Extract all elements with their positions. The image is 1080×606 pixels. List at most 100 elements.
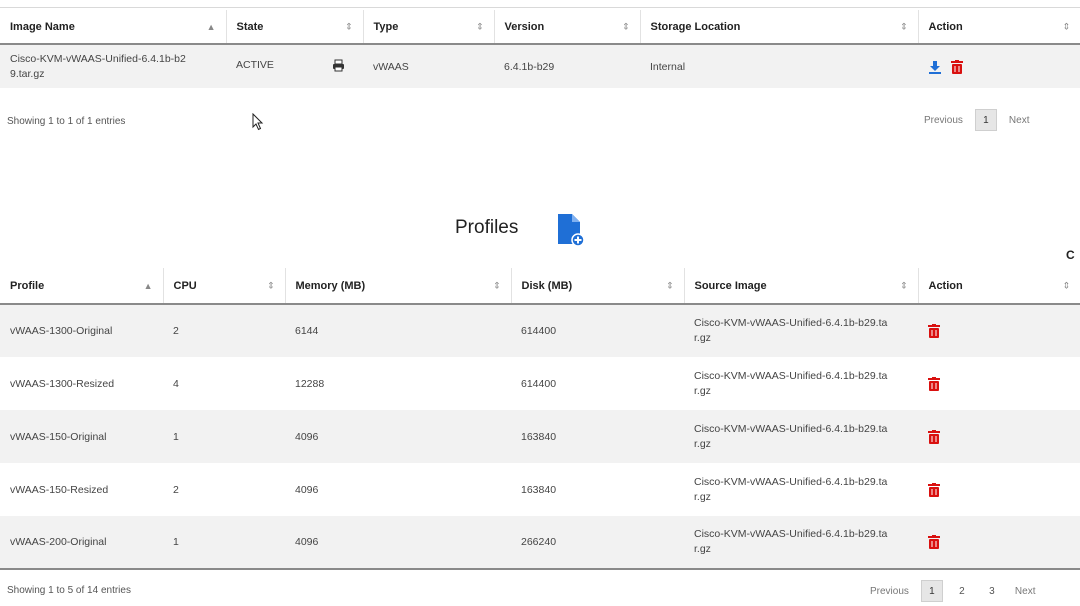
source-image-cell: Cisco-KVM-vWAAS-Unified-6.4.1b-b29.ta r.g… xyxy=(684,516,918,570)
image-name-line: 9.tar.gz xyxy=(10,67,45,80)
images-table-info: Showing 1 to 1 of 1 entries xyxy=(7,116,126,127)
download-icon[interactable] xyxy=(928,60,942,74)
cpu-cell: 2 xyxy=(163,304,285,357)
source-image-line: Cisco-KVM-vWAAS-Unified-6.4.1b-b29.ta xyxy=(694,528,888,540)
source-image-cell: Cisco-KVM-vWAAS-Unified-6.4.1b-b29.ta r.g… xyxy=(684,304,918,357)
storage-location-cell: Internal xyxy=(640,44,918,88)
disk-cell: 614400 xyxy=(511,357,684,410)
sort-asc-icon: ▲ xyxy=(143,280,153,291)
profile-cell: vWAAS-200-Original xyxy=(0,516,163,570)
cpu-cell: 1 xyxy=(163,410,285,463)
action-cell xyxy=(918,516,1080,570)
state-value: ACTIVE xyxy=(236,58,274,71)
refresh-icon[interactable]: C xyxy=(1066,248,1075,262)
column-header-type[interactable]: Type ⇕ xyxy=(363,10,495,45)
cpu-cell: 1 xyxy=(163,516,285,570)
delete-icon[interactable] xyxy=(928,535,940,549)
profiles-table-info: Showing 1 to 5 of 14 entries xyxy=(7,585,131,596)
sort-icon: ⇕ xyxy=(899,280,908,290)
disk-cell: 266240 xyxy=(511,516,684,570)
memory-cell: 4096 xyxy=(285,516,511,570)
table-row: vWAAS-1300-Original 2 6144 614400 Cisco-… xyxy=(0,304,1080,357)
table-row: vWAAS-150-Resized 2 4096 163840 Cisco-KV… xyxy=(0,463,1080,516)
pagination-previous[interactable]: Previous xyxy=(920,115,967,126)
images-table: Image Name ▲ State ⇕ Type ⇕ Version ⇕ Storag… xyxy=(0,10,1080,88)
delete-icon[interactable] xyxy=(950,59,963,74)
table-row: vWAAS-150-Original 1 4096 163840 Cisco-K… xyxy=(0,410,1080,463)
sort-icon: ⇕ xyxy=(1062,21,1070,31)
source-image-cell: Cisco-KVM-vWAAS-Unified-6.4.1b-b29.ta r.g… xyxy=(684,463,918,516)
source-image-line: r.gz xyxy=(694,384,711,397)
profile-cell: vWAAS-150-Resized xyxy=(0,463,163,516)
column-header-state[interactable]: State ⇕ xyxy=(226,10,364,45)
source-image-line: r.gz xyxy=(694,332,711,344)
pagination-page-1[interactable]: 1 xyxy=(974,109,997,131)
pagination-page-1[interactable]: 1 xyxy=(920,580,943,602)
profile-cell: vWAAS-1300-Original xyxy=(0,304,163,357)
mouse-cursor-icon xyxy=(252,113,264,131)
column-header-storage-location[interactable]: Storage Location ⇕ xyxy=(640,10,919,45)
table-row: Cisco-KVM-vWAAS-Unified-6.4.1b-b2 9.tar.… xyxy=(0,44,1080,88)
sort-icon: ⇕ xyxy=(899,21,908,31)
action-cell xyxy=(918,410,1080,463)
sort-icon: ⇕ xyxy=(621,21,630,31)
sort-icon: ⇕ xyxy=(266,280,275,290)
table-row: vWAAS-200-Original 1 4096 266240 Cisco-K… xyxy=(0,516,1080,570)
image-name-line: Cisco-KVM-vWAAS-Unified-6.4.1b-b2 xyxy=(10,52,186,65)
action-cell xyxy=(918,44,1080,88)
pagination-next[interactable]: Next xyxy=(1011,586,1040,597)
table-row: vWAAS-1300-Resized 4 12288 614400 Cisco-… xyxy=(0,357,1080,410)
source-image-line: r.gz xyxy=(694,437,711,450)
sort-asc-icon: ▲ xyxy=(206,21,216,32)
cpu-cell: 4 xyxy=(163,357,285,410)
column-header-action[interactable]: Action ⇕ xyxy=(918,268,1080,305)
disk-cell: 614400 xyxy=(511,304,684,357)
source-image-line: r.gz xyxy=(694,490,711,503)
state-cell: ACTIVE xyxy=(226,44,363,88)
source-image-line: Cisco-KVM-vWAAS-Unified-6.4.1b-b29.ta xyxy=(694,369,888,382)
action-cell xyxy=(918,304,1080,357)
images-pagination: Previous 1 Next xyxy=(920,109,1033,131)
profiles-table: Profile ▲ CPU ⇕ Memory (MB) ⇕ Disk (MB) ⇕ So… xyxy=(0,268,1080,570)
column-header-action[interactable]: Action ⇕ xyxy=(918,10,1080,45)
profile-cell: vWAAS-150-Original xyxy=(0,410,163,463)
memory-cell: 4096 xyxy=(285,463,511,516)
memory-cell: 6144 xyxy=(285,304,511,357)
type-cell: vWAAS xyxy=(363,44,494,88)
delete-icon[interactable] xyxy=(928,429,940,444)
delete-icon[interactable] xyxy=(928,482,940,497)
source-image-line: r.gz xyxy=(694,543,711,555)
column-header-profile[interactable]: Profile ▲ xyxy=(0,268,164,305)
action-cell xyxy=(918,357,1080,410)
cpu-cell: 2 xyxy=(163,463,285,516)
printer-icon[interactable] xyxy=(332,59,345,75)
pagination-next[interactable]: Next xyxy=(1005,115,1034,126)
column-header-source-image[interactable]: Source Image ⇕ xyxy=(684,268,919,305)
sort-icon: ⇕ xyxy=(475,21,484,31)
sort-icon: ⇕ xyxy=(492,280,501,290)
column-header-version[interactable]: Version ⇕ xyxy=(494,10,641,45)
column-header-image-name[interactable]: Image Name ▲ xyxy=(0,10,227,45)
profile-cell: vWAAS-1300-Resized xyxy=(0,357,163,410)
column-header-disk[interactable]: Disk (MB) ⇕ xyxy=(511,268,685,305)
memory-cell: 12288 xyxy=(285,357,511,410)
column-header-memory[interactable]: Memory (MB) ⇕ xyxy=(285,268,512,305)
pagination-previous[interactable]: Previous xyxy=(866,586,913,597)
sort-icon: ⇕ xyxy=(344,21,353,31)
source-image-line: Cisco-KVM-vWAAS-Unified-6.4.1b-b29.ta xyxy=(694,422,888,435)
delete-icon[interactable] xyxy=(928,324,940,338)
pagination-page-2[interactable]: 2 xyxy=(951,580,973,602)
sort-icon: ⇕ xyxy=(665,280,674,290)
file-add-icon[interactable] xyxy=(556,212,586,248)
pagination-page-3[interactable]: 3 xyxy=(981,580,1003,602)
action-cell xyxy=(918,463,1080,516)
source-image-cell: Cisco-KVM-vWAAS-Unified-6.4.1b-b29.ta r.g… xyxy=(684,410,918,463)
header-strip xyxy=(0,0,1080,8)
source-image-line: Cisco-KVM-vWAAS-Unified-6.4.1b-b29.ta xyxy=(694,475,888,488)
source-image-line: Cisco-KVM-vWAAS-Unified-6.4.1b-b29.ta xyxy=(694,317,888,329)
column-header-cpu[interactable]: CPU ⇕ xyxy=(163,268,286,305)
sort-icon: ⇕ xyxy=(1062,280,1070,290)
source-image-cell: Cisco-KVM-vWAAS-Unified-6.4.1b-b29.ta r.g… xyxy=(684,357,918,410)
delete-icon[interactable] xyxy=(928,376,940,391)
memory-cell: 4096 xyxy=(285,410,511,463)
